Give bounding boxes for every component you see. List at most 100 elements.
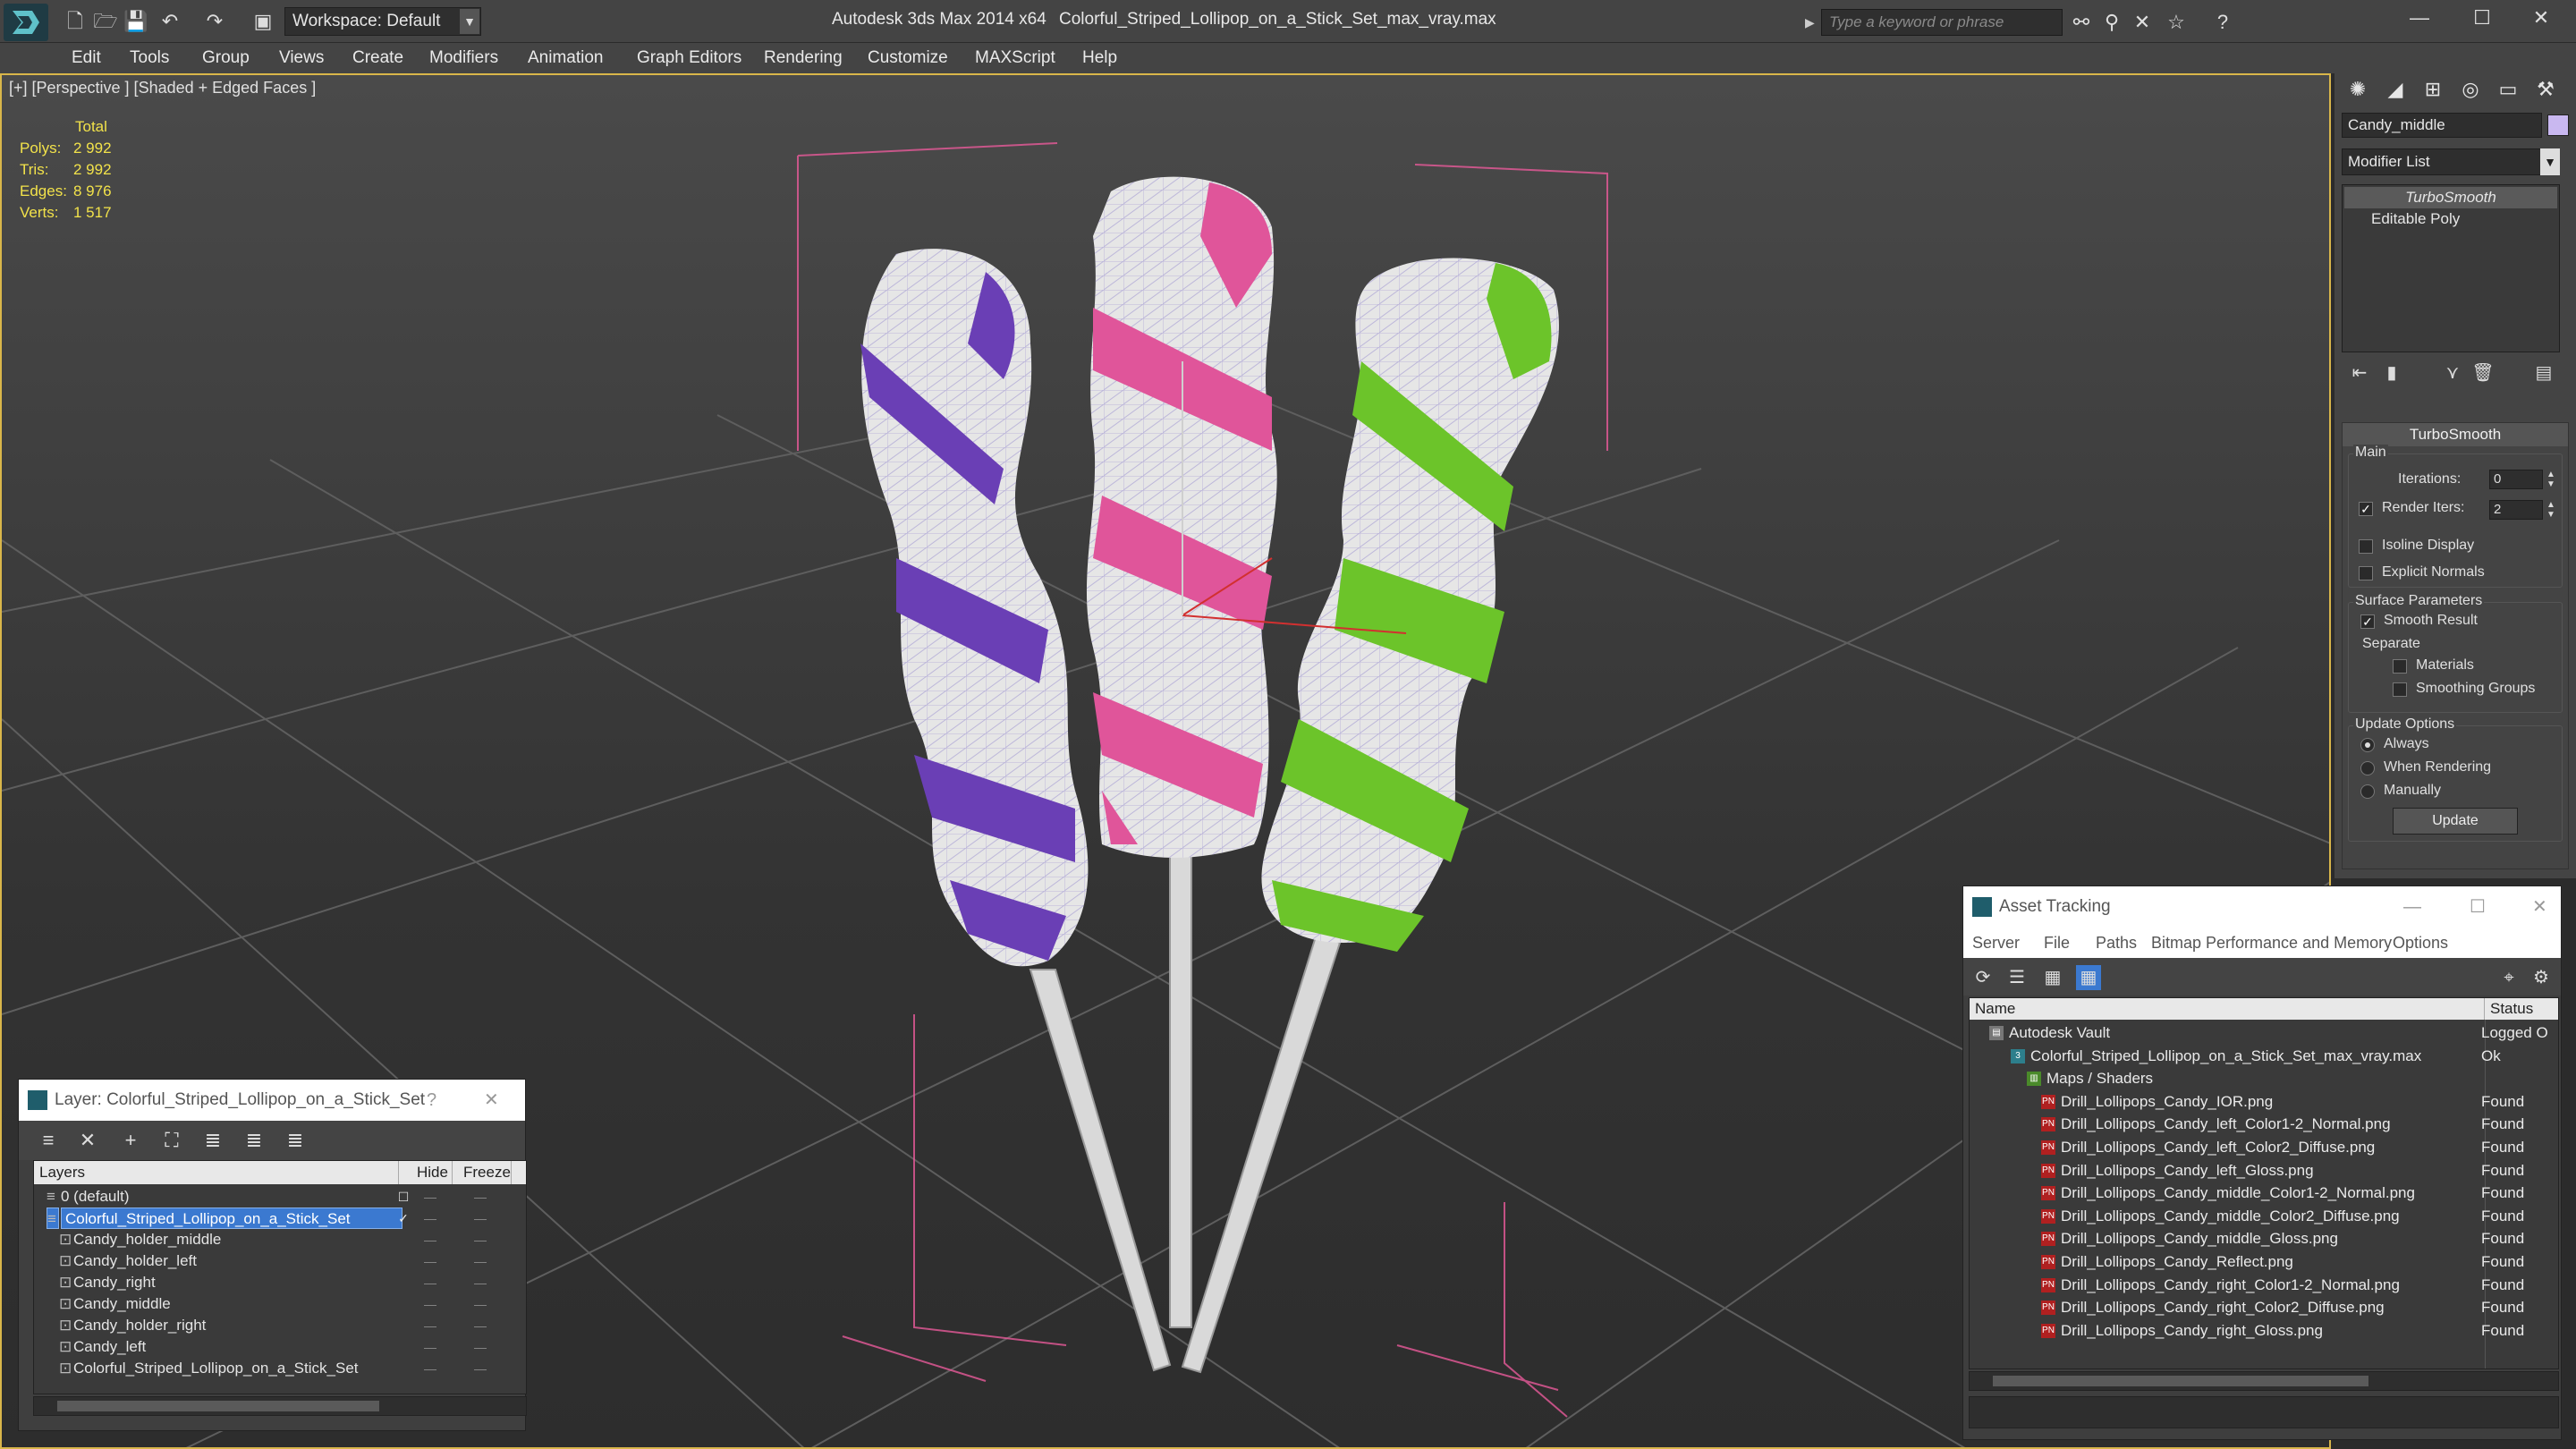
asset-row[interactable]: 3 Colorful_Striped_Lollipop_on_a_Stick_Se…	[1970, 1045, 2558, 1068]
menu-create[interactable]: Create	[352, 43, 403, 73]
close-icon[interactable]: ✕	[2532, 886, 2547, 928]
viewport-label[interactable]: [+] [Perspective ] [Shaded + Edged Faces…	[9, 79, 316, 97]
app-logo-icon[interactable]	[4, 4, 48, 41]
workspace-dropdown[interactable]: Workspace: Default	[284, 7, 481, 36]
at-menu-paths[interactable]: Paths	[2096, 928, 2137, 958]
asset-row[interactable]: PN Drill_Lollipops_Candy_Reflect.png Found	[1970, 1250, 2558, 1274]
hierarchy-tab-icon[interactable]: ⊞	[2415, 73, 2451, 106]
at-menu-server[interactable]: Server	[1972, 928, 2020, 958]
col-layers[interactable]: Layers	[34, 1161, 399, 1184]
materials-checkbox[interactable]	[2393, 659, 2407, 674]
layer-row[interactable]: ⊡ Candy_holder_left — —	[34, 1250, 526, 1272]
freeze-toggle[interactable]: —	[470, 1250, 490, 1272]
minimize-icon[interactable]: —	[2403, 886, 2421, 928]
menu-graph-editors[interactable]: Graph Editors	[637, 43, 741, 73]
at-menu-file[interactable]: File	[2044, 928, 2070, 958]
layer-row[interactable]: ⊡ Candy_middle — —	[34, 1293, 526, 1315]
freeze-all-icon[interactable]: ≣	[282, 1128, 309, 1153]
asset-row[interactable]: PN Drill_Lollipops_Candy_right_Color1-2_N…	[1970, 1274, 2558, 1297]
minimize-icon[interactable]: —	[2388, 0, 2451, 36]
hide-all-icon[interactable]: ≣	[241, 1128, 267, 1153]
col-freeze[interactable]: Freeze	[458, 1161, 512, 1184]
menu-modifiers[interactable]: Modifiers	[429, 43, 498, 73]
isoline-display-checkbox[interactable]	[2359, 539, 2373, 554]
asset-row[interactable]: ▥ Maps / Shaders	[1970, 1067, 2558, 1090]
layer-horizontal-scrollbar[interactable]	[33, 1396, 527, 1416]
asset-row[interactable]: PN Drill_Lollipops_Candy_middle_Color1-2_…	[1970, 1182, 2558, 1205]
freeze-toggle[interactable]: —	[470, 1315, 490, 1336]
spinner-arrows-icon[interactable]: ▲ ▼	[2545, 500, 2557, 520]
layer-row[interactable]: ⊡ Candy_holder_middle — —	[34, 1229, 526, 1250]
create-tab-icon[interactable]: ✺	[2340, 73, 2376, 106]
layer-dialog-title[interactable]: Layer: Colorful_Striped_Lollipop_on_a_St…	[19, 1080, 525, 1121]
hide-toggle[interactable]: —	[420, 1272, 440, 1293]
save-file-icon[interactable]: 💾	[123, 9, 148, 34]
search-expand-icon[interactable]: ▶	[1805, 9, 1819, 36]
freeze-toggle[interactable]: —	[470, 1186, 490, 1208]
smooth-result-checkbox[interactable]: ✓	[2360, 614, 2375, 629]
add-to-layer-icon[interactable]: +	[117, 1128, 144, 1153]
freeze-toggle[interactable]: —	[470, 1336, 490, 1358]
menu-help[interactable]: Help	[1082, 43, 1117, 73]
scroll-thumb[interactable]	[57, 1401, 379, 1411]
communication-icon[interactable]: ✕	[2129, 9, 2156, 36]
hide-toggle[interactable]: —	[420, 1358, 440, 1379]
refresh-icon[interactable]: ⟳	[1970, 965, 1996, 990]
menu-edit[interactable]: Edit	[72, 43, 101, 73]
new-file-icon[interactable]: 🗋	[63, 9, 88, 34]
asset-row[interactable]: PN Drill_Lollipops_Candy_left_Color1-2_No…	[1970, 1113, 2558, 1136]
subscription-icon[interactable]: ⚲	[2098, 9, 2125, 36]
hide-toggle[interactable]: —	[420, 1250, 440, 1272]
utilities-tab-icon[interactable]: ⚒	[2528, 73, 2563, 106]
select-objects-icon[interactable]: ⛶	[158, 1128, 185, 1153]
layer-row[interactable]: ⊡ Candy_left — —	[34, 1336, 526, 1358]
asset-row[interactable]: PN Drill_Lollipops_Candy_left_Color2_Diff…	[1970, 1136, 2558, 1159]
maximize-icon[interactable]: ☐	[2470, 886, 2486, 928]
when-rendering-radio[interactable]	[2360, 761, 2375, 775]
hide-toggle[interactable]: —	[420, 1229, 440, 1250]
show-end-result-icon[interactable]: ▮	[2377, 360, 2406, 386]
favorites-star-icon[interactable]: ☆	[2163, 9, 2190, 36]
create-layer-icon[interactable]: ≡	[35, 1128, 62, 1153]
help-icon[interactable]: ?	[427, 1080, 436, 1121]
hide-toggle[interactable]: —	[420, 1293, 440, 1315]
layer-row[interactable]: ≡ 0 (default) — — ☐	[34, 1186, 526, 1208]
close-icon[interactable]: ✕	[484, 1080, 499, 1121]
iterations-spinner[interactable]: 0	[2489, 470, 2543, 489]
open-file-icon[interactable]: 🗁	[93, 9, 118, 34]
render-iters-spinner[interactable]: 2	[2489, 500, 2543, 520]
at-menu-bitmap-performance[interactable]: Bitmap Performance and Memory	[2151, 928, 2392, 958]
undo-icon[interactable]: ↶	[157, 9, 182, 34]
table-view-icon[interactable]: ▦	[2076, 965, 2101, 990]
modifier-list-dropdown[interactable]: Modifier List	[2342, 148, 2560, 175]
hide-toggle[interactable]: —	[420, 1315, 440, 1336]
active-layer-checkbox[interactable]: ☐	[394, 1186, 413, 1208]
asset-row[interactable]: PN Drill_Lollipops_Candy_right_Color2_Dif…	[1970, 1296, 2558, 1319]
highlight-icon[interactable]: ⌖	[2496, 965, 2521, 990]
asset-row[interactable]: ▤ Autodesk Vault Logged O	[1970, 1021, 2558, 1045]
chevron-down-icon[interactable]: ▼	[2540, 148, 2560, 175]
freeze-toggle[interactable]: —	[470, 1229, 490, 1250]
object-color-swatch[interactable]	[2547, 114, 2569, 136]
update-button[interactable]: Update	[2393, 808, 2518, 835]
chevron-down-icon[interactable]: ▼	[460, 9, 479, 34]
layer-row[interactable]: ⊡ Candy_right — —	[34, 1272, 526, 1293]
layer-row[interactable]: ⊡ Colorful_Striped_Lollipop_on_a_Stick_Se…	[34, 1358, 526, 1379]
scroll-thumb[interactable]	[1993, 1376, 2368, 1386]
maximize-icon[interactable]: ☐	[2451, 0, 2513, 36]
stack-item-turbosmooth[interactable]: TurboSmooth	[2344, 187, 2557, 208]
layer-row[interactable]: ≡ Colorful_Striped_Lollipop_on_a_Stick_Se…	[34, 1208, 526, 1229]
menu-maxscript[interactable]: MAXScript	[975, 43, 1055, 73]
delete-layer-icon[interactable]: ✕	[74, 1128, 101, 1153]
hide-toggle[interactable]: —	[420, 1208, 440, 1229]
col-name[interactable]: Name	[1970, 998, 2485, 1020]
asset-row[interactable]: PN Drill_Lollipops_Candy_right_Gloss.png F…	[1970, 1319, 2558, 1343]
redo-icon[interactable]: ↷	[202, 9, 227, 34]
list-view-icon[interactable]: ☰	[2004, 965, 2029, 990]
pin-stack-icon[interactable]: ⇤	[2345, 360, 2374, 386]
project-folder-icon[interactable]: ▣	[250, 9, 275, 34]
detail-view-icon[interactable]: ▦	[2040, 965, 2065, 990]
binoculars-icon[interactable]: ⚯	[2068, 9, 2095, 36]
make-unique-icon[interactable]: ⋎	[2438, 360, 2467, 386]
motion-tab-icon[interactable]: ◎	[2453, 73, 2488, 106]
